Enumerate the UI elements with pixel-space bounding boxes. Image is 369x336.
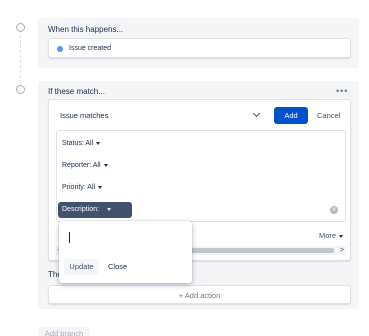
condition-type-value: Issue matches xyxy=(60,111,109,120)
trigger-title: When this happens... xyxy=(48,25,124,34)
trigger-item[interactable]: Issue created xyxy=(48,38,351,58)
trigger-card: When this happens... Issue created xyxy=(38,18,359,68)
add-button[interactable]: Add xyxy=(274,107,308,124)
timeline-node-condition xyxy=(16,85,25,94)
timeline-node-trigger xyxy=(16,23,25,32)
trigger-item-label: Issue created xyxy=(69,45,112,52)
caret-down-icon xyxy=(103,163,108,167)
description-input[interactable] xyxy=(65,230,185,246)
chevron-down-icon xyxy=(252,109,261,118)
timeline-rail xyxy=(20,30,21,88)
add-branch-button[interactable]: Add branch xyxy=(38,327,90,336)
clear-icon[interactable]: ✕ xyxy=(330,206,338,214)
caret-down-icon xyxy=(98,185,103,189)
text-cursor xyxy=(69,232,70,243)
caret-down-icon xyxy=(339,234,344,238)
cancel-button[interactable]: Cancel xyxy=(317,107,340,124)
filter-description[interactable]: Description: xyxy=(58,202,132,218)
scroll-right-icon[interactable]: > xyxy=(338,246,346,255)
filter-description-label: Description: xyxy=(62,206,99,213)
description-popover: Update Close xyxy=(59,221,192,283)
update-button[interactable]: Update xyxy=(64,259,99,275)
filter-priority-label: Priority: All xyxy=(62,184,96,191)
caret-down-icon xyxy=(106,207,111,211)
condition-title: If these match... xyxy=(48,87,105,96)
status-dot-icon xyxy=(57,46,63,52)
add-action-button[interactable]: + Add action xyxy=(48,285,351,304)
more-filters-button[interactable]: More xyxy=(319,231,344,240)
more-dots-icon[interactable]: ••• xyxy=(336,87,348,96)
filter-priority[interactable]: Priority: All xyxy=(62,184,103,191)
filter-reporter[interactable]: Reporter: All xyxy=(62,162,108,169)
filter-reporter-label: Reporter: All xyxy=(62,162,101,169)
filter-status[interactable]: Status: All xyxy=(62,140,101,147)
filter-status-label: Status: All xyxy=(62,140,94,147)
close-button[interactable]: Close xyxy=(108,259,127,275)
caret-down-icon xyxy=(96,141,101,145)
condition-type-select[interactable]: Issue matches xyxy=(56,106,265,125)
more-filters-label: More xyxy=(319,231,337,240)
